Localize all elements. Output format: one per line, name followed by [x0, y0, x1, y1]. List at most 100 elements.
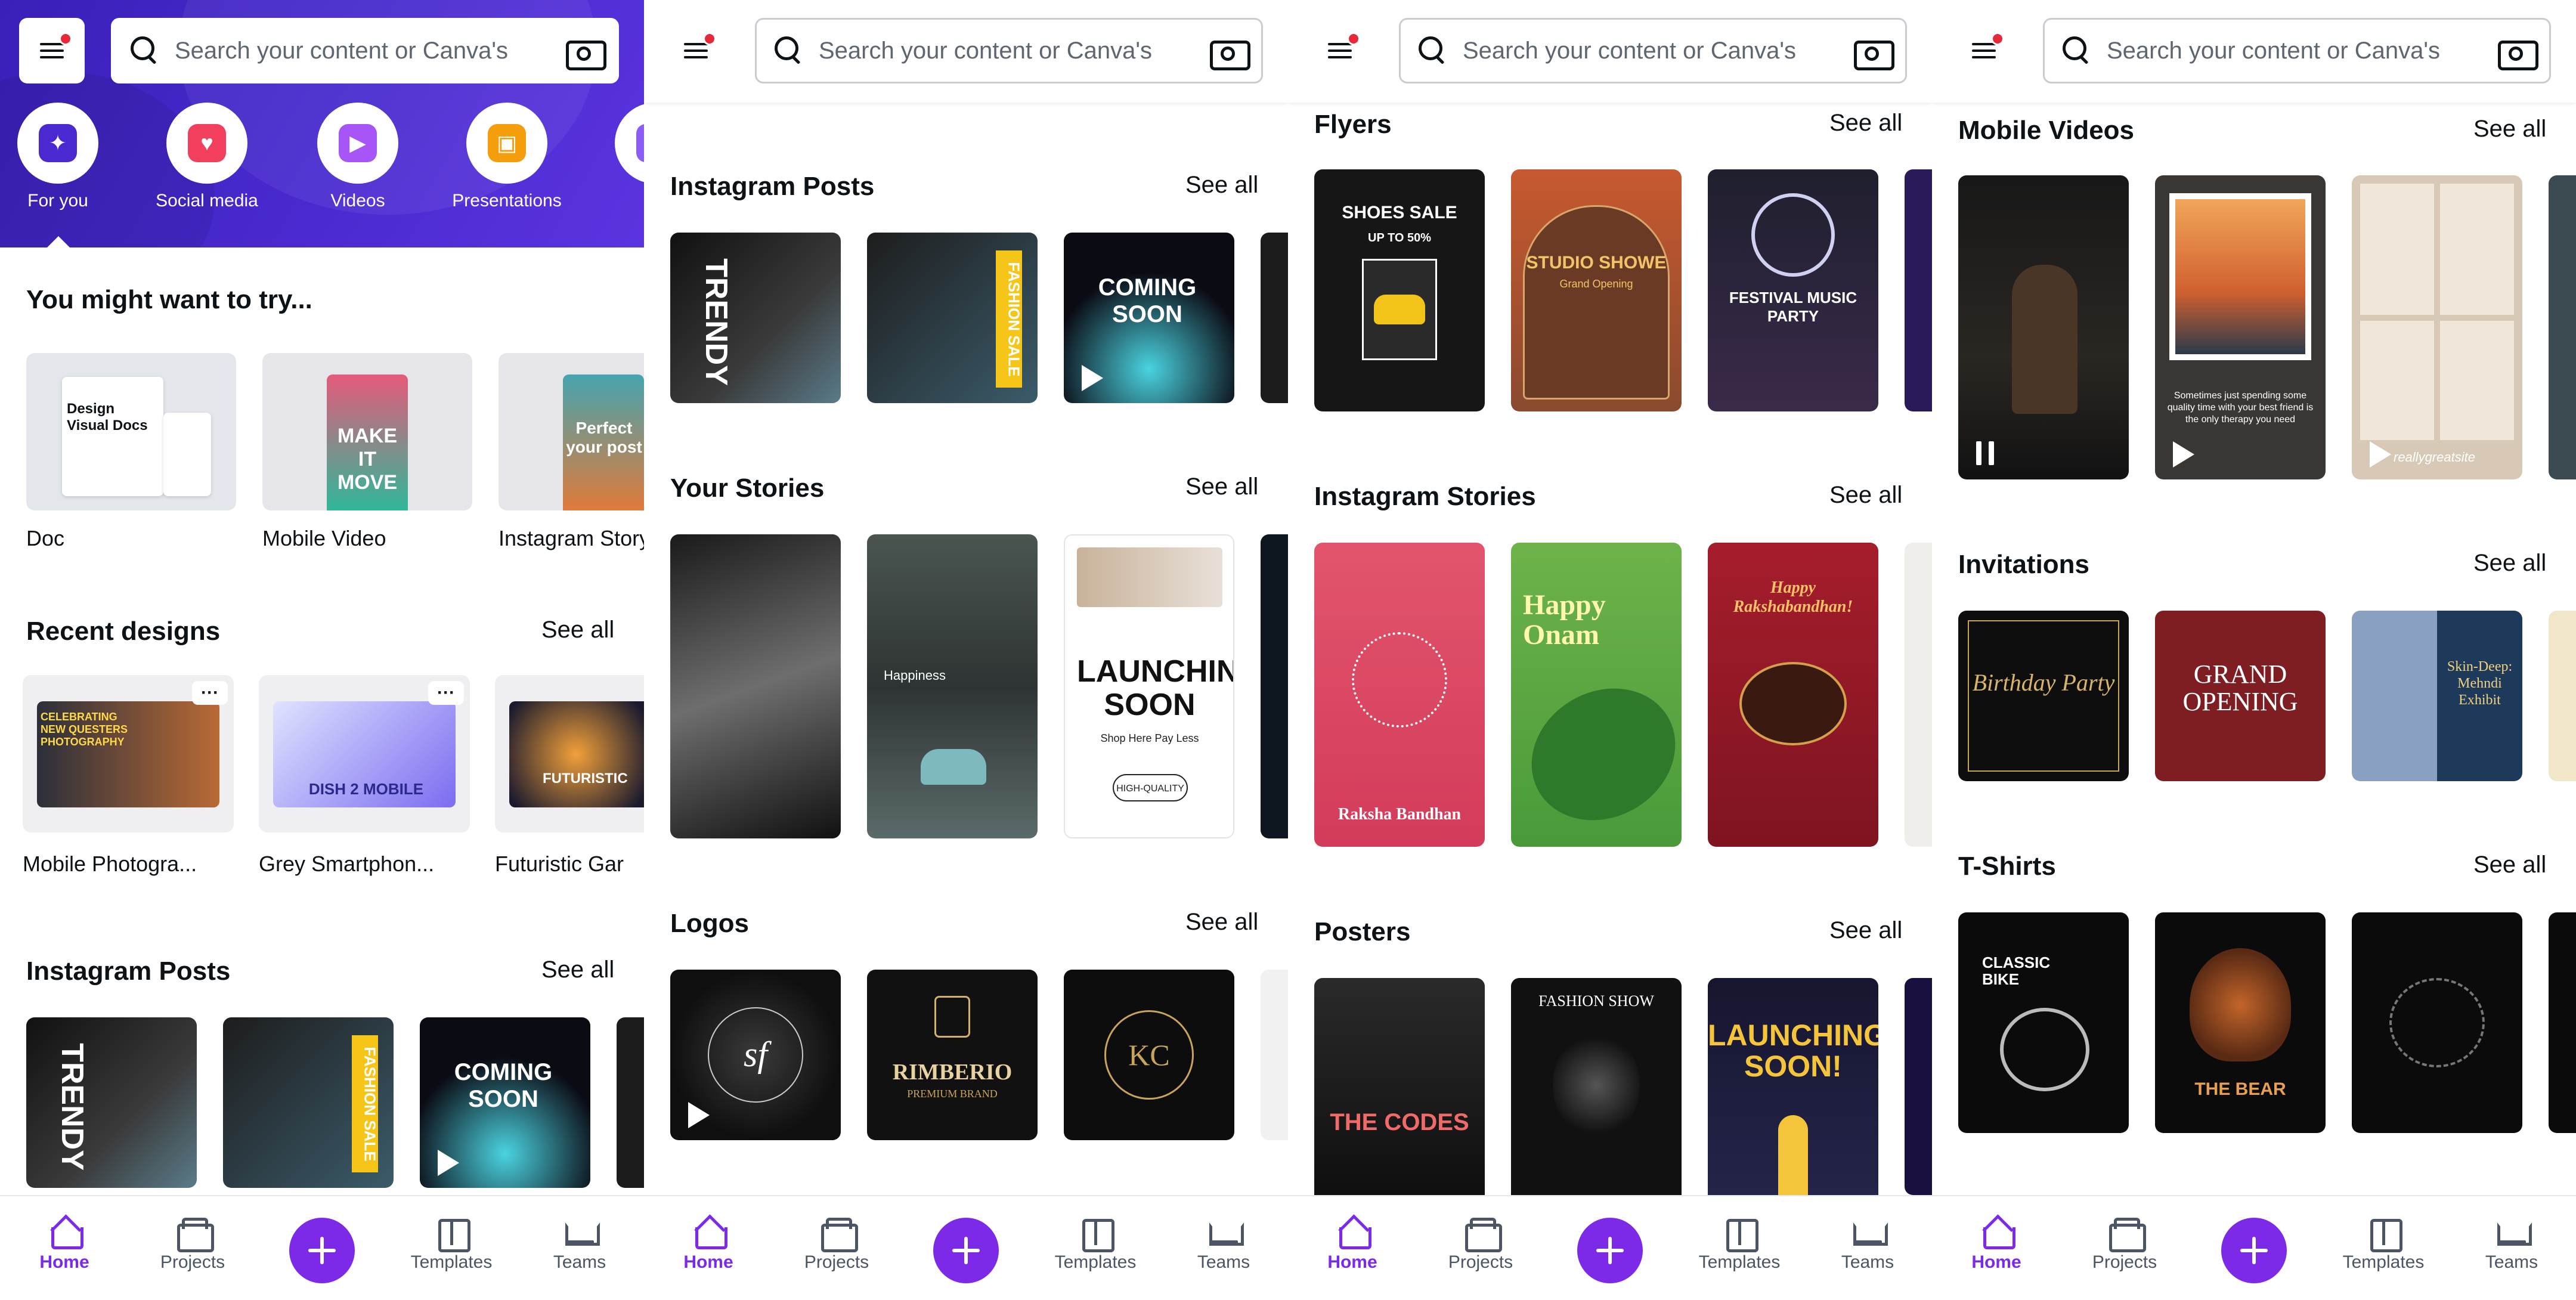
- posters-see-all-link[interactable]: See all: [1829, 917, 1902, 944]
- story-thumb-4[interactable]: [1261, 534, 1288, 838]
- search-bar[interactable]: Search your content or Canva's: [111, 18, 619, 83]
- nav-templates[interactable]: Templates: [404, 1217, 499, 1273]
- instagram-post-thumb-4[interactable]: [617, 1017, 644, 1188]
- mobile-video-thumb-3[interactable]: reallygreatsite: [2352, 175, 2522, 479]
- create-button[interactable]: [933, 1218, 999, 1283]
- nav-teams[interactable]: Teams: [2464, 1217, 2559, 1273]
- search-bar[interactable]: Search your content or Canva's: [755, 18, 1263, 83]
- invitation-thumb-2[interactable]: GRAND OPENING: [2155, 611, 2326, 781]
- recent-see-all-link[interactable]: See all: [541, 617, 614, 643]
- tshirt-thumb-2[interactable]: THE BEAR: [2155, 912, 2326, 1133]
- instagram-post-thumb-1[interactable]: TRENDY: [26, 1017, 197, 1188]
- camera-icon[interactable]: [1854, 36, 1894, 70]
- category-for-you[interactable]: ✦ For you: [1, 103, 114, 211]
- search-input[interactable]: Search your content or Canva's: [175, 38, 566, 64]
- recent-design-thumb-3[interactable]: FUTURISTIC: [495, 675, 644, 832]
- instagram-post-thumb-2[interactable]: FASHION SALE: [223, 1017, 394, 1188]
- tshirt-thumb-3[interactable]: [2352, 912, 2522, 1133]
- camera-icon[interactable]: [1210, 36, 1250, 70]
- logos-see-all-link[interactable]: See all: [1185, 909, 1258, 936]
- tshirts-see-all-link[interactable]: See all: [2473, 852, 2546, 878]
- tshirt-thumb-1[interactable]: CLASSIC BIKE: [1958, 912, 2129, 1133]
- instagram-see-all-link[interactable]: See all: [1185, 172, 1258, 199]
- instagram-post-thumb-1[interactable]: TRENDY: [670, 233, 841, 403]
- create-button[interactable]: [2221, 1218, 2287, 1283]
- recent-design-thumb-2[interactable]: DISH 2 MOBILE ···: [259, 675, 470, 832]
- story-thumb-3[interactable]: LAUNCHING SOON Shop Here Pay Less HIGH-Q…: [1064, 534, 1234, 838]
- story-thumb-1[interactable]: [670, 534, 841, 838]
- poster-thumb-4[interactable]: [1905, 978, 1932, 1195]
- camera-icon[interactable]: [2498, 36, 2538, 70]
- search-bar[interactable]: Search your content or Canva's: [2043, 18, 2551, 83]
- menu-button[interactable]: [19, 18, 85, 83]
- logo-thumb-1[interactable]: sf: [670, 970, 841, 1140]
- poster-thumb-3[interactable]: LAUNCHING SOON!: [1708, 978, 1878, 1195]
- instagram-story-thumb-4[interactable]: [1905, 543, 1932, 847]
- create-button[interactable]: [1577, 1218, 1643, 1283]
- nav-home[interactable]: Home: [17, 1217, 112, 1273]
- category-print[interactable]: ▤ Pr: [599, 103, 644, 211]
- flyer-thumb-4[interactable]: [1905, 169, 1932, 411]
- instagram-post-thumb-4[interactable]: [1261, 233, 1288, 403]
- invitation-thumb-4[interactable]: [2549, 611, 2576, 781]
- logo-thumb-2[interactable]: RIMBERIO PREMIUM BRAND: [867, 970, 1038, 1140]
- try-instagram-story-thumb[interactable]: Perfect your post: [499, 353, 644, 510]
- instagram-story-thumb-1[interactable]: Raksha Bandhan: [1314, 543, 1485, 847]
- invitation-thumb-1[interactable]: Birthday Party: [1958, 611, 2129, 781]
- category-videos[interactable]: ▶ Videos: [301, 103, 414, 211]
- instagram-story-thumb-3[interactable]: Happy Rakshabandhan!: [1708, 543, 1878, 847]
- instagram-story-thumb-2[interactable]: Happy Onam: [1511, 543, 1682, 847]
- category-presentations[interactable]: ▣ Presentations: [450, 103, 564, 211]
- nav-templates[interactable]: Templates: [1692, 1217, 1787, 1273]
- flyers-see-all-link[interactable]: See all: [1829, 110, 1902, 137]
- poster-thumb-2[interactable]: FASHION SHOW: [1511, 978, 1682, 1195]
- search-input[interactable]: Search your content or Canva's: [1463, 38, 1854, 64]
- mobile-video-thumb-2[interactable]: Sometimes just spending some quality tim…: [2155, 175, 2326, 479]
- nav-templates[interactable]: Templates: [1048, 1217, 1143, 1273]
- nav-templates[interactable]: Templates: [2336, 1217, 2431, 1273]
- flyer-thumb-1[interactable]: SHOES SALE UP TO 50%: [1314, 169, 1485, 411]
- nav-teams[interactable]: Teams: [1176, 1217, 1271, 1273]
- instagram-post-thumb-2[interactable]: FASHION SALE: [867, 233, 1038, 403]
- more-options-button[interactable]: ···: [192, 681, 228, 705]
- menu-button[interactable]: [1951, 18, 2017, 83]
- invitation-thumb-3[interactable]: Skin-Deep: Mehndi Exhibit: [2352, 611, 2522, 781]
- search-bar[interactable]: Search your content or Canva's: [1399, 18, 1907, 83]
- mobile-video-thumb-4[interactable]: [2549, 175, 2576, 479]
- story-thumb-2[interactable]: Happiness: [867, 534, 1038, 838]
- nav-projects[interactable]: Projects: [2077, 1217, 2172, 1273]
- nav-projects[interactable]: Projects: [1433, 1217, 1528, 1273]
- search-input[interactable]: Search your content or Canva's: [819, 38, 1210, 64]
- menu-button[interactable]: [1307, 18, 1373, 83]
- try-mobile-video-thumb[interactable]: MAKE IT MOVE: [262, 353, 472, 510]
- nav-teams[interactable]: Teams: [1820, 1217, 1915, 1273]
- mobile-video-thumb-1[interactable]: [1958, 175, 2129, 479]
- logo-thumb-4[interactable]: [1261, 970, 1288, 1140]
- videos-see-all-link[interactable]: See all: [2473, 116, 2546, 143]
- nav-teams[interactable]: Teams: [532, 1217, 627, 1273]
- poster-thumb-1[interactable]: THE CODES: [1314, 978, 1485, 1195]
- logo-thumb-3[interactable]: KC: [1064, 970, 1234, 1140]
- nav-home[interactable]: Home: [1949, 1217, 2044, 1273]
- camera-icon[interactable]: [566, 36, 606, 70]
- nav-home[interactable]: Home: [1305, 1217, 1400, 1273]
- instagram-post-thumb-3[interactable]: COMING SOON: [1064, 233, 1234, 403]
- nav-home[interactable]: Home: [661, 1217, 756, 1273]
- stories-see-all-link[interactable]: See all: [1185, 473, 1258, 500]
- search-input[interactable]: Search your content or Canva's: [2107, 38, 2498, 64]
- menu-button[interactable]: [663, 18, 729, 83]
- try-doc-thumb[interactable]: Design Visual Docs: [26, 353, 236, 510]
- more-options-button[interactable]: ···: [428, 681, 464, 705]
- flyer-thumb-2[interactable]: STUDIO SHOWE Grand Opening: [1511, 169, 1682, 411]
- instagram-post-thumb-3[interactable]: COMING SOON: [420, 1017, 590, 1188]
- nav-projects[interactable]: Projects: [145, 1217, 240, 1273]
- invitations-see-all-link[interactable]: See all: [2473, 550, 2546, 577]
- create-button[interactable]: [289, 1218, 355, 1283]
- instagram-stories-see-all-link[interactable]: See all: [1829, 482, 1902, 509]
- instagram-see-all-link[interactable]: See all: [541, 957, 614, 983]
- nav-projects[interactable]: Projects: [789, 1217, 884, 1273]
- recent-design-thumb-1[interactable]: CELEBRATING NEW QUESTERS PHOTOGRAPHY ···: [23, 675, 234, 832]
- tshirt-thumb-4[interactable]: [2549, 912, 2576, 1133]
- flyer-thumb-3[interactable]: FESTIVAL MUSIC PARTY: [1708, 169, 1878, 411]
- category-social-media[interactable]: ♥ Social media: [150, 103, 264, 211]
